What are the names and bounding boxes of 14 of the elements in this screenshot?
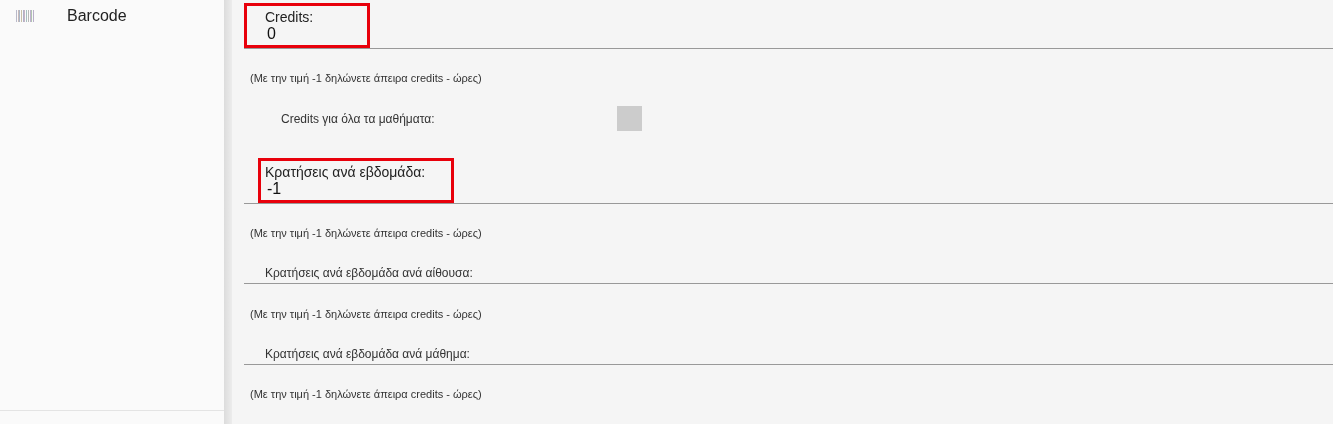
- field-value[interactable]: -1: [265, 179, 426, 198]
- sidebar-item[interactable]: Barcode: [0, 0, 224, 32]
- hint-text: (Με την τιμή -1 δηλώνετε άπειρα credits - ώρες): [250, 306, 482, 322]
- hint-text: (Με την τιμή -1 δηλώνετε άπειρα credits - ώρες): [250, 71, 482, 87]
- field-label: Κρατήσεις ανά εβδομάδα ανά αίθουσα:: [265, 265, 474, 282]
- field-label: Credits:: [265, 9, 314, 25]
- field-label: Κρατήσεις ανά εβδομάδα ανά μάθημα:: [265, 345, 471, 362]
- checkbox[interactable]: [617, 106, 642, 132]
- hint-text: (Με την τιμή -1 δηλώνετε άπειρα credits - ώρες): [250, 387, 482, 403]
- checkbox-label: Credits για όλα τα μαθήματα:: [281, 110, 436, 128]
- hint-text: (Με την τιμή -1 δηλώνετε άπειρα credits - ώρες): [250, 226, 482, 242]
- field-value[interactable]: 0: [265, 25, 314, 43]
- barcode-icon: [16, 10, 34, 22]
- field-label: Κρατήσεις ανά εβδομάδα:: [265, 163, 426, 180]
